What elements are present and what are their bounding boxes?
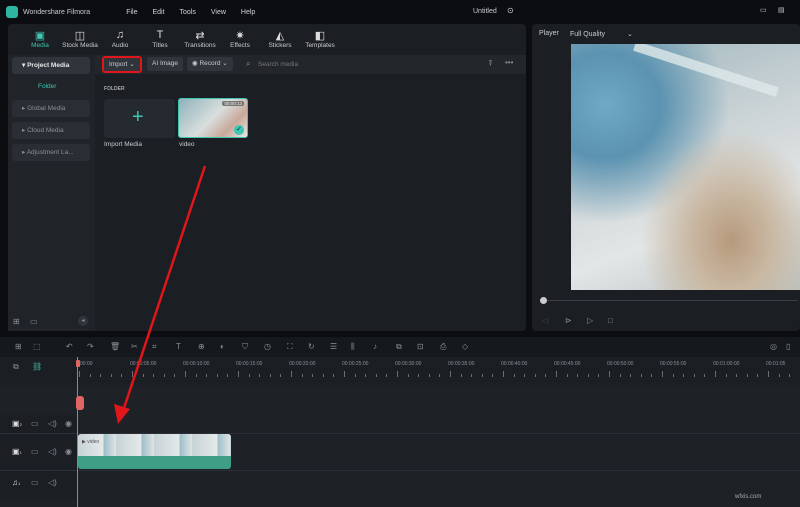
annotation-arrow [114, 165, 207, 424]
watermark: wfxis.com [735, 494, 762, 500]
